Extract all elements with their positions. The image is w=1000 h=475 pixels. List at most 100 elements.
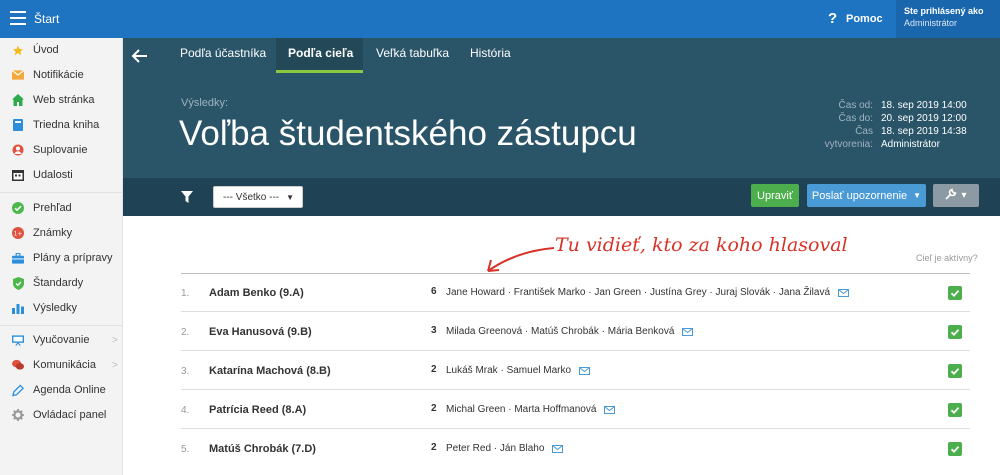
sidebar-item-label: Vyučovanie: [33, 334, 90, 346]
voters-list: Michal Green · Marta Hoffmanová: [446, 404, 616, 415]
tab-podla-ciela[interactable]: Podľa cieľa: [288, 46, 353, 60]
check-icon: [950, 290, 960, 298]
candidate-name: Patrícia Reed (8.A): [209, 404, 307, 416]
send-notification-label: Poslať upozornenie: [811, 189, 908, 202]
sidebar-item-label: Triedna kniha: [33, 119, 100, 131]
star-icon: [12, 44, 24, 56]
sidebar-item-label: Ovládací panel: [33, 409, 107, 421]
voters-names: Lukáš Mrak · Samuel Marko: [446, 365, 572, 376]
grade-icon: 1+: [12, 227, 24, 239]
active-checkbox[interactable]: [948, 403, 962, 417]
vote-count: 2: [431, 442, 437, 453]
meta-key-start: Čas od:: [838, 100, 873, 111]
voters-list: Milada Greenová · Matúš Chrobák · Mária …: [446, 326, 694, 337]
envelope-icon[interactable]: [682, 327, 694, 336]
envelope-icon: [12, 69, 24, 81]
voters-list: Lukáš Mrak · Samuel Marko: [446, 365, 591, 376]
chevron-right-icon: >: [112, 334, 118, 346]
back-arrow-icon[interactable]: [131, 46, 149, 66]
sidebar-divider: [0, 192, 123, 193]
sidebar-item-ovladaci-panel[interactable]: Ovládací panel: [0, 405, 123, 425]
check-icon: [950, 446, 960, 454]
sidebar-item-label: Známky: [33, 227, 73, 239]
chevron-down-icon: ▼: [286, 193, 294, 202]
row-rank: 2.: [181, 327, 190, 338]
active-checkbox[interactable]: [948, 364, 962, 378]
sidebar-item-vysledky[interactable]: Výsledky: [0, 298, 123, 318]
sidebar-item-label: Notifikácie: [33, 69, 84, 81]
results-label: Výsledky:: [181, 97, 229, 109]
sidebar-item-label: Plány a prípravy: [33, 252, 113, 264]
help-link[interactable]: Pomoc: [846, 13, 883, 25]
sidebar-item-label: Web stránka: [33, 94, 95, 106]
sidebar-item-agenda[interactable]: Agenda Online: [0, 380, 123, 400]
chevron-down-icon: ▼: [913, 191, 922, 200]
tab-podla-ucastnika[interactable]: Podľa účastníka: [180, 46, 266, 60]
envelope-icon[interactable]: [838, 288, 850, 297]
row-rank: 3.: [181, 366, 190, 377]
sidebar-item-udalosti[interactable]: Udalosti: [0, 165, 123, 185]
meta-val-created: 18. sep 2019 14:38: [881, 126, 967, 137]
board-icon: [12, 334, 24, 346]
meta-val-end: 20. sep 2019 12:00: [881, 113, 967, 124]
table-row: 2. Eva Hanusová (9.B) 3 Milada Greenová …: [181, 313, 970, 351]
wrench-icon: [945, 188, 957, 203]
sidebar-item-uvod[interactable]: Úvod: [0, 40, 123, 60]
page-title: Voľba študentského zástupcu: [179, 114, 637, 153]
vote-count: 3: [431, 325, 437, 336]
sidebar-item-label: Udalosti: [33, 169, 73, 181]
tools-button[interactable]: ▾: [933, 184, 979, 207]
app-title[interactable]: Štart: [34, 12, 59, 26]
chevron-down-icon: ▾: [961, 190, 967, 201]
svg-text:1+: 1+: [14, 231, 23, 238]
active-checkbox[interactable]: [948, 442, 962, 456]
sidebar-item-web[interactable]: Web stránka: [0, 90, 123, 110]
menu-icon[interactable]: [10, 11, 26, 25]
active-tab-indicator: [276, 70, 363, 73]
active-checkbox[interactable]: [948, 325, 962, 339]
calendar-icon: [12, 169, 24, 181]
tab-historia[interactable]: História: [470, 46, 511, 60]
active-checkbox[interactable]: [948, 286, 962, 300]
row-rank: 4.: [181, 405, 190, 416]
user-login-label: Ste prihlásený ako: [904, 6, 984, 16]
sidebar-item-notifikacie[interactable]: Notifikácie: [0, 65, 123, 85]
briefcase-icon: [12, 252, 24, 264]
table-row: 4. Patrícia Reed (8.A) 2 Michal Green · …: [181, 391, 970, 429]
envelope-icon[interactable]: [552, 444, 564, 453]
check-circle-icon: [12, 202, 24, 214]
sidebar-item-vyucovanie[interactable]: Vyučovanie >: [0, 330, 123, 350]
filter-select[interactable]: --- Všetko --- ▼: [213, 186, 303, 208]
sidebar-item-standardy[interactable]: Štandardy: [0, 273, 123, 293]
sidebar-item-label: Výsledky: [33, 302, 78, 314]
meta-values: 18. sep 2019 14:00 20. sep 2019 12:00 18…: [881, 99, 967, 151]
home-icon: [12, 94, 24, 106]
sidebar: Úvod Notifikácie Web stránka Triedna kni…: [0, 38, 123, 475]
vote-count: 6: [431, 286, 437, 297]
edit-button[interactable]: Upraviť: [751, 184, 799, 207]
user-menu[interactable]: Ste prihlásený ako Administrátor: [896, 0, 1000, 38]
shield-icon: [12, 276, 24, 290]
sidebar-item-prehlad[interactable]: Prehľad: [0, 198, 123, 218]
send-notification-button[interactable]: Poslať upozornenie ▼: [807, 184, 926, 207]
sidebar-item-triedna-kniha[interactable]: Triedna kniha: [0, 115, 123, 135]
sidebar-item-komunikacia[interactable]: Komunikácia >: [0, 355, 123, 375]
meta-key-created: Čas: [855, 126, 873, 137]
envelope-icon[interactable]: [579, 366, 591, 375]
vote-count: 2: [431, 364, 437, 375]
pen-icon: [12, 384, 24, 396]
sidebar-item-plany[interactable]: Plány a prípravy: [0, 248, 123, 268]
sidebar-item-suplovanie[interactable]: Suplovanie: [0, 140, 123, 160]
user-name: Administrátor: [904, 18, 958, 28]
voters-names: Jane Howard · František Marko · Jan Gree…: [446, 287, 831, 298]
sidebar-divider: [0, 325, 123, 326]
tab-velka-tabulka[interactable]: Veľká tabuľka: [376, 46, 449, 60]
filter-icon[interactable]: [181, 191, 193, 203]
sidebar-item-znamky[interactable]: 1+ Známky: [0, 223, 123, 243]
sidebar-item-label: Štandardy: [33, 277, 84, 289]
row-rank: 5.: [181, 444, 190, 455]
help-icon[interactable]: ?: [828, 10, 837, 27]
top-bar: Štart ? Pomoc Ste prihlásený ako Adminis…: [0, 0, 1000, 38]
chevron-right-icon: >: [112, 359, 118, 371]
envelope-icon[interactable]: [604, 405, 616, 414]
